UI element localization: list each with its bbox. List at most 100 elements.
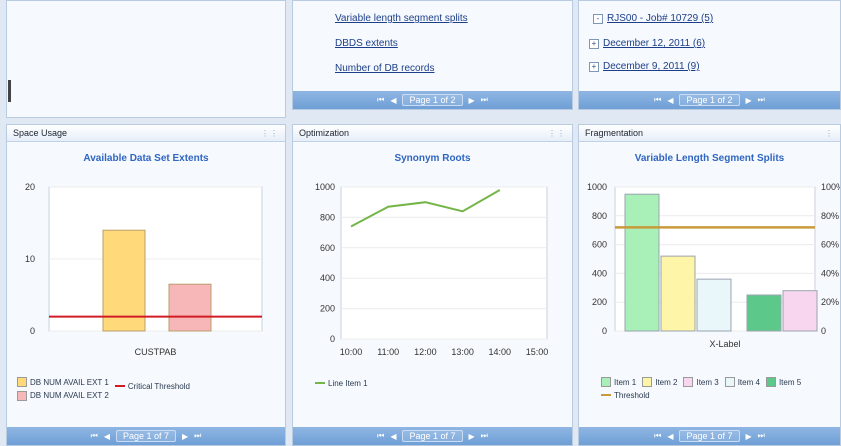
next-page-button[interactable]: ▶ (469, 432, 475, 441)
expand-icon[interactable]: + (589, 61, 599, 72)
y-tick-label: 0 (330, 334, 335, 344)
page-indicator: Page 1 of 2 (402, 94, 463, 106)
tree-label[interactable]: RJS00 - Job# 10729 (5) (607, 13, 713, 24)
legend-label: Item 4 (737, 377, 760, 387)
top-right-panel: - RJS00 - Job# 10729 (5) + December 12, … (578, 0, 841, 110)
page-indicator: Page 1 of 2 (679, 94, 740, 106)
legend-swatch (683, 377, 694, 387)
legend-label: Item 3 (696, 377, 719, 387)
top-middle-panel: Variable length segment splits DBDS exte… (292, 0, 573, 110)
y2-tick-label: 0 (821, 326, 826, 336)
y-tick-label: 400 (592, 268, 607, 278)
space-usage-pager: ⏮ ◀ Page 1 of 7 ▶ ⏭ (7, 427, 285, 445)
expand-icon[interactable]: + (589, 38, 599, 49)
panel-header-title: Optimization (299, 128, 350, 138)
legend-swatch (601, 394, 611, 396)
y-tick-label: 200 (320, 304, 335, 314)
legend-label: Critical Threshold (127, 381, 190, 391)
legend-swatch (765, 377, 776, 387)
panel-menu-icon[interactable]: ⋮⋮ (548, 129, 566, 138)
legend-item: Item 4 (724, 377, 760, 387)
bar (696, 278, 732, 332)
y-tick-label: 0 (602, 326, 607, 336)
legend-label: DB NUM AVAIL EXT 2 (30, 391, 109, 400)
prev-page-button[interactable]: ◀ (667, 96, 673, 105)
link-number-of-db-records[interactable]: Number of DB records (335, 63, 434, 74)
chart-legend: Line Item 1 (315, 377, 555, 388)
last-page-button[interactable]: ⏭ (481, 95, 488, 105)
panel-header-title: Fragmentation (585, 128, 644, 138)
bar (746, 294, 782, 332)
y2-tick-label: 100% (821, 182, 840, 192)
last-page-button[interactable]: ⏭ (758, 95, 765, 105)
prev-page-button[interactable]: ◀ (667, 432, 673, 441)
next-page-button[interactable]: ▶ (746, 96, 752, 105)
legend-item: Threshold (601, 391, 650, 400)
y2-tick-label: 40% (821, 268, 839, 278)
y-tick-label: 0 (30, 326, 35, 336)
legend-label: Item 5 (778, 377, 802, 387)
first-page-button[interactable]: ⏮ (654, 431, 661, 441)
panel-menu-icon[interactable]: ⋮⋮ (261, 129, 279, 138)
panel-header-title: Space Usage (13, 128, 68, 138)
legend-label: DB NUM AVAIL EXT 1 (30, 377, 109, 387)
optimization-panel: Optimization ⋮⋮ Synonym Roots 0 200 400 600… (292, 124, 573, 446)
y-tick-label: 800 (320, 212, 335, 222)
tree-row-dec-12[interactable]: + December 12, 2011 (6) (589, 38, 705, 49)
first-page-button[interactable]: ⏮ (91, 431, 98, 441)
first-page-button[interactable]: ⏮ (654, 95, 661, 105)
next-page-button[interactable]: ▶ (469, 96, 475, 105)
page-indicator: Page 1 of 7 (115, 430, 177, 442)
y2-tick-label: 80% (821, 211, 839, 221)
last-page-button[interactable]: ⏭ (481, 431, 488, 441)
x-tick-label: 13:00 (451, 347, 474, 357)
legend-item: DB NUM AVAIL EXT 2 (17, 390, 109, 401)
legend-label: Item 1 (614, 377, 637, 387)
bar (624, 193, 660, 332)
chart-legend: Item 1 Item 2 Item 3 Item 4 Item 5 Threshold (601, 377, 837, 400)
first-page-button[interactable]: ⏮ (377, 95, 384, 105)
tree-row-dec-9[interactable]: + December 9, 2011 (9) (589, 61, 700, 72)
fragmentation-panel: Fragmentation ⋮ Variable Length Segment … (578, 124, 841, 446)
panel-menu-icon[interactable]: ⋮ (825, 129, 834, 138)
legend-swatch (601, 377, 611, 387)
bar (782, 290, 818, 332)
prev-page-button[interactable]: ◀ (390, 96, 396, 105)
bar (660, 255, 696, 332)
page-indicator: Page 1 of 7 (402, 430, 463, 442)
next-page-button[interactable]: ▶ (182, 432, 188, 441)
left-edge-marker (8, 80, 11, 102)
last-page-button[interactable]: ⏭ (758, 431, 765, 441)
prev-page-button[interactable]: ◀ (390, 432, 396, 441)
next-page-button[interactable]: ▶ (746, 432, 752, 441)
y-tick-label: 1000 (315, 182, 335, 192)
bar (168, 283, 212, 332)
fragmentation-pager: ⏮ ◀ Page 1 of 7 ▶ ⏭ (579, 427, 840, 445)
legend-swatch (17, 390, 27, 401)
last-page-button[interactable]: ⏭ (194, 431, 201, 441)
y2-tick-label: 20% (821, 297, 839, 307)
link-dbds-extents[interactable]: DBDS extents (335, 38, 398, 49)
first-page-button[interactable]: ⏮ (377, 431, 384, 441)
tree-label[interactable]: December 9, 2011 (9) (603, 61, 700, 72)
y-tick-label: 10 (25, 254, 35, 264)
legend-item: Item 1 (601, 377, 636, 387)
page-indicator: Page 1 of 7 (679, 430, 740, 442)
link-variable-length-segment-splits[interactable]: Variable length segment splits (335, 13, 468, 24)
tree-label[interactable]: December 12, 2011 (6) (603, 38, 705, 49)
legend-item: Line Item 1 (315, 379, 368, 388)
chart-legend: DB NUM AVAIL EXT 1 Critical Threshold DB N… (17, 377, 277, 403)
top-right-pager: ⏮ ◀ Page 1 of 2 ▶ ⏭ (579, 91, 840, 109)
top-middle-pager: ⏮ ◀ Page 1 of 2 ▶ ⏭ (293, 91, 572, 109)
x-tick-label: 14:00 (489, 347, 512, 357)
collapse-icon[interactable]: - (593, 13, 603, 24)
x-tick-label: 10:00 (340, 347, 363, 357)
top-left-panel (6, 0, 286, 118)
tree-row-job[interactable]: - RJS00 - Job# 10729 (5) (593, 13, 713, 24)
optimization-pager: ⏮ ◀ Page 1 of 7 ▶ ⏭ (293, 427, 572, 445)
space-usage-panel: Space Usage ⋮⋮ Available Data Set Extent… (6, 124, 286, 446)
available-extents-chart: 0 10 20 CUSTPAB (25, 182, 263, 357)
legend-item: Item 3 (683, 377, 719, 387)
prev-page-button[interactable]: ◀ (104, 432, 110, 441)
x-tick-label: 12:00 (414, 347, 437, 357)
